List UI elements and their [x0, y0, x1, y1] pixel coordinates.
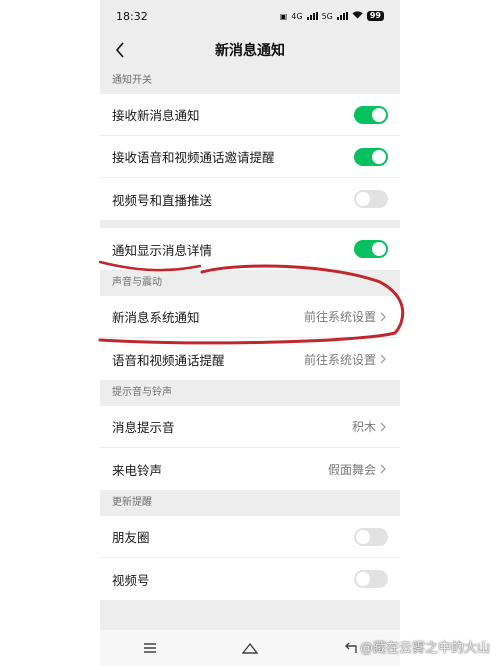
- toggle-knob: [356, 529, 370, 544]
- toggle-switch[interactable]: [354, 570, 388, 588]
- section-header-notify-switch: 通知开关: [112, 75, 152, 86]
- chevron-right-icon: [380, 353, 388, 365]
- toggle-switch[interactable]: [354, 240, 388, 258]
- row-label: 新消息系统通知: [112, 310, 200, 325]
- row-value: 假面舞会: [327, 462, 376, 477]
- toggle-switch[interactable]: [354, 147, 388, 166]
- phone-screen: 18:32 ▣ 4G 5G 99 新消息通知 通知开关 接收新消息通知 接收语音…: [100, 0, 400, 666]
- toggle-knob: [372, 107, 386, 122]
- toggle-knob: [356, 192, 370, 206]
- toggle-switch[interactable]: [354, 190, 388, 208]
- section-header-tones: 提示音与铃声: [112, 387, 172, 398]
- toggle-knob: [356, 572, 370, 586]
- home-icon[interactable]: [238, 636, 262, 660]
- watermark: @藏在云雾之中的大山: [360, 637, 490, 656]
- toggle-switch[interactable]: [354, 527, 388, 546]
- row-label: 视频号: [112, 572, 150, 588]
- row-label: 视频号和直播推送: [112, 192, 213, 208]
- row-system-notification[interactable]: 新消息系统通知 前往系统设置: [100, 296, 400, 338]
- row-moments[interactable]: 朋友圈: [100, 516, 400, 558]
- system-nav-bar: [100, 630, 400, 666]
- chevron-left-icon[interactable]: [110, 38, 130, 62]
- section-header-sound-vibration: 声音与震动: [112, 277, 162, 288]
- row-label: 消息提示音: [112, 420, 175, 435]
- row-value: 前往系统设置: [303, 352, 376, 367]
- network-4g: 4G: [291, 11, 303, 21]
- group-update-reminder: 朋友圈 视频号: [100, 516, 400, 600]
- row-label: 朋友圈: [112, 530, 150, 545]
- group-sound-vibration: 新消息系统通知 前往系统设置 语音和视频通话提醒 前往系统设置: [100, 296, 400, 380]
- row-label: 来电铃声: [112, 462, 163, 478]
- group-gap: [100, 220, 400, 228]
- network-5g: 5G: [321, 11, 333, 21]
- row-ringtone[interactable]: 来电铃声 假面舞会: [100, 448, 400, 490]
- nav-bar: 新消息通知: [100, 32, 400, 68]
- menu-icon[interactable]: [138, 636, 162, 660]
- group-notify-switch: 接收新消息通知 接收语音和视频通话邀请提醒 视频号和直播推送: [100, 94, 400, 220]
- row-receive-new-message[interactable]: 接收新消息通知: [100, 94, 400, 136]
- chevron-right-icon: [380, 463, 388, 475]
- back-icon[interactable]: [338, 636, 362, 660]
- row-message-tone[interactable]: 消息提示音 积木: [100, 406, 400, 448]
- signal-icon: [306, 12, 318, 20]
- toggle-knob: [372, 149, 386, 164]
- status-icons: ▣ 4G 5G 99: [280, 11, 384, 21]
- row-label: 接收语音和视频通话邀请提醒: [112, 150, 275, 165]
- signal-icon: [336, 12, 348, 20]
- row-value: 积木: [351, 420, 376, 434]
- sim-icon: ▣: [279, 11, 288, 21]
- section-header-update-reminder: 更新提醒: [112, 497, 152, 508]
- watermark-text: @藏在云雾之中的大山: [359, 641, 490, 656]
- row-show-message-detail[interactable]: 通知显示消息详情: [100, 228, 400, 270]
- chevron-right-icon: [380, 311, 388, 323]
- status-bar: 18:32 ▣ 4G 5G 99: [100, 0, 400, 32]
- toggle-knob: [372, 242, 386, 256]
- row-channels[interactable]: 视频号: [100, 558, 400, 600]
- battery-icon: 99: [366, 11, 384, 21]
- status-time: 18:32: [116, 9, 148, 23]
- group-detail: 通知显示消息详情: [100, 228, 400, 270]
- toggle-switch[interactable]: [354, 105, 388, 124]
- row-value: 前往系统设置: [303, 310, 376, 324]
- row-call-reminder[interactable]: 语音和视频通话提醒 前往系统设置: [100, 338, 400, 380]
- row-label: 通知显示消息详情: [112, 242, 213, 258]
- group-tones: 消息提示音 积木 来电铃声 假面舞会: [100, 406, 400, 490]
- chevron-right-icon: [380, 421, 388, 433]
- row-label: 语音和视频通话提醒: [112, 352, 225, 368]
- row-call-invite-reminder[interactable]: 接收语音和视频通话邀请提醒: [100, 136, 400, 178]
- row-label: 接收新消息通知: [112, 108, 200, 123]
- wifi-icon: [352, 11, 363, 21]
- page-title: 新消息通知: [215, 43, 285, 59]
- row-channels-live-push[interactable]: 视频号和直播推送: [100, 178, 400, 220]
